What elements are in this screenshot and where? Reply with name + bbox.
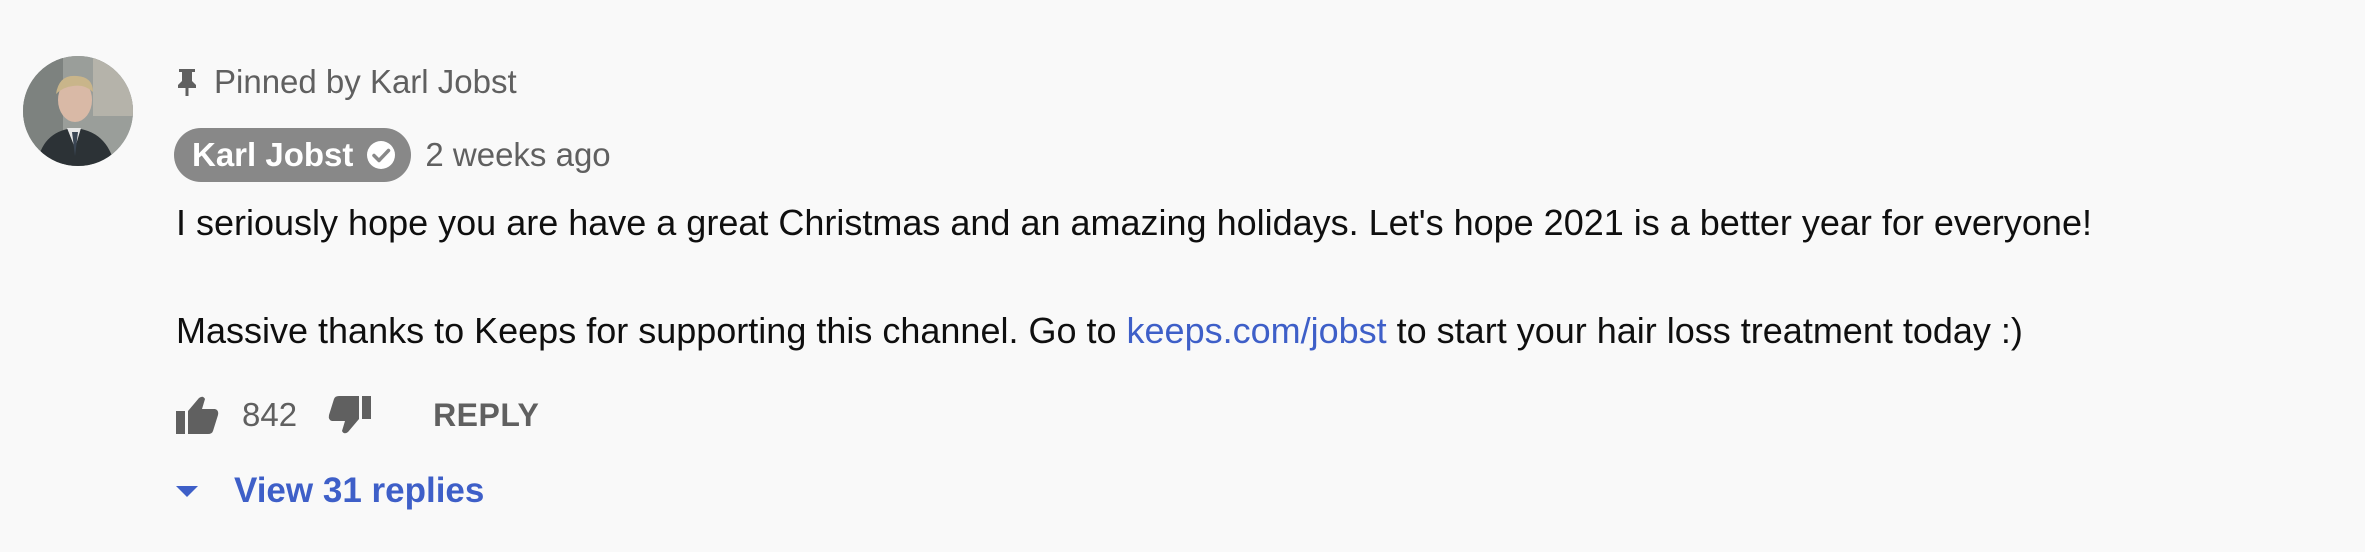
keeps-link[interactable]: keeps.com/jobst xyxy=(1127,310,1387,351)
thumbs-down-icon xyxy=(328,396,372,434)
dislike-button[interactable] xyxy=(327,392,373,438)
avatar-image xyxy=(23,56,133,166)
thumbs-up-icon xyxy=(176,396,219,434)
comment-line-2: Massive thanks to Keeps for supporting t… xyxy=(176,304,2276,358)
caret-down-icon xyxy=(174,481,200,501)
comment-timestamp[interactable]: 2 weeks ago xyxy=(425,136,610,174)
comment-line-2-suffix: to start your hair loss treatment today … xyxy=(1386,310,2023,351)
like-count: 842 xyxy=(242,396,298,433)
pin-icon xyxy=(174,67,200,97)
pinned-comment: Pinned by Karl Jobst Karl Jobst 2 weeks … xyxy=(0,0,2365,552)
verified-check-icon xyxy=(365,139,397,171)
view-replies-button[interactable]: View 31 replies xyxy=(174,464,484,518)
comment-actions: 842 REPLY xyxy=(174,390,539,440)
pinned-indicator: Pinned by Karl Jobst xyxy=(174,60,517,104)
like-button[interactable] xyxy=(174,392,220,438)
avatar[interactable] xyxy=(23,56,133,166)
reply-button[interactable]: REPLY xyxy=(433,397,539,434)
comment-line-1: I seriously hope you are have a great Ch… xyxy=(176,202,2092,243)
author-name: Karl Jobst xyxy=(192,136,354,173)
comment-header: Karl Jobst 2 weeks ago xyxy=(174,128,611,182)
author-name-badge[interactable]: Karl Jobst xyxy=(174,128,412,182)
pinned-label: Pinned by Karl Jobst xyxy=(214,63,517,100)
view-replies-label: View 31 replies xyxy=(234,471,485,510)
comment-body: I seriously hope you are have a great Ch… xyxy=(176,196,2276,358)
comment-line-2-prefix: Massive thanks to Keeps for supporting t… xyxy=(176,310,1127,351)
